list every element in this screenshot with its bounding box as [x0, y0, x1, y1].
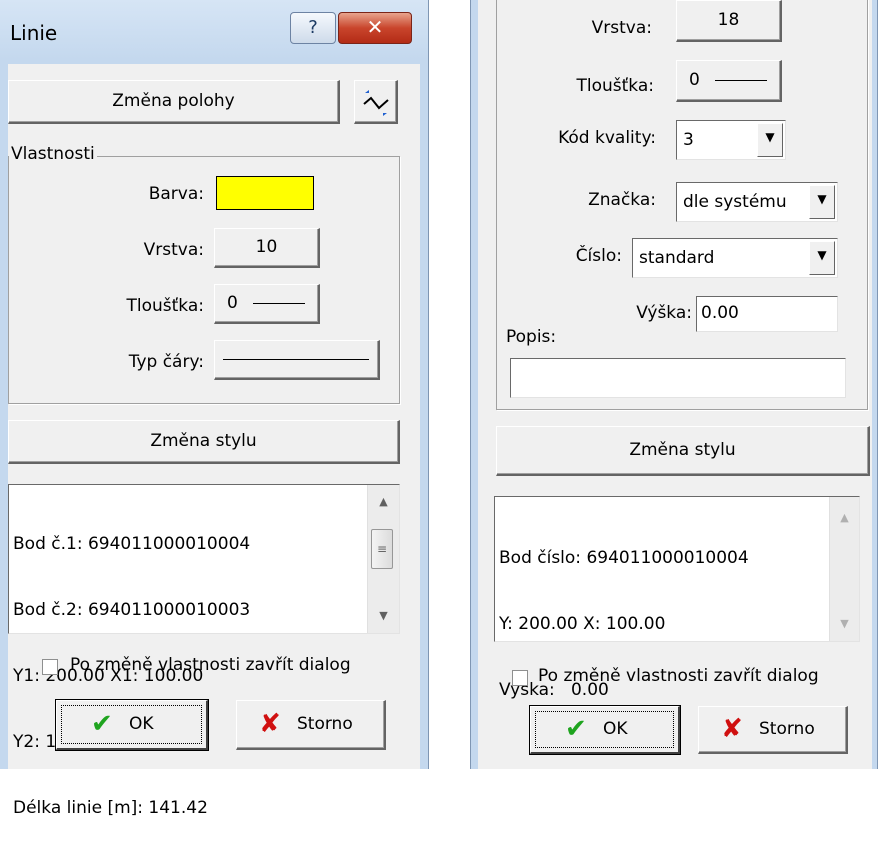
cross-icon: ✘ — [721, 714, 743, 744]
color-label: Barva: — [148, 184, 204, 204]
info-line: Bod č.1: 694011000010004 — [13, 534, 251, 554]
close-button[interactable]: ✕ — [338, 12, 412, 44]
line-type-label: Typ čáry: — [128, 352, 204, 372]
thickness-label: Tloušťka: — [576, 76, 655, 96]
help-button[interactable]: ? — [290, 12, 336, 44]
symbol-value: dle systému — [683, 192, 787, 212]
info-line: Bod č.2: 694011000010003 — [13, 600, 251, 620]
info-scrollbar[interactable]: ▲ ▼ — [829, 497, 859, 641]
thickness-label: Tloušťka: — [126, 296, 205, 316]
thickness-button[interactable]: 0 — [676, 60, 782, 102]
scroll-down-icon[interactable]: ▼ — [830, 617, 859, 630]
ok-label: OK — [603, 719, 628, 739]
cross-icon: ✘ — [259, 709, 281, 739]
scroll-thumb[interactable]: ≡ — [371, 529, 393, 569]
line-dialog: Linie ? ✕ Změna polohy Vlastnosti Barva:… — [0, 0, 429, 818]
dialog-client: Změna polohy Vlastnosti Barva: Vrstva: 1… — [8, 64, 420, 818]
layer-label: Vrstva: — [143, 240, 204, 260]
height-label: Výška: — [636, 303, 692, 323]
change-position-button[interactable]: Změna polohy — [8, 80, 340, 124]
ok-button[interactable]: ✔ OK — [529, 705, 681, 755]
edit-vertices-button[interactable] — [354, 80, 398, 124]
checkmark-icon: ✔ — [565, 714, 587, 744]
checkmark-icon: ✔ — [91, 709, 113, 739]
change-style-button[interactable]: Změna stylu — [8, 420, 400, 464]
description-field[interactable] — [510, 358, 846, 398]
chevron-down-icon[interactable]: ▼ — [809, 241, 835, 275]
layer-button[interactable]: 10 — [214, 228, 320, 268]
layer-button[interactable]: 18 — [676, 0, 782, 42]
window-frame-right — [872, 0, 878, 769]
cancel-label: Storno — [759, 719, 815, 739]
cancel-button[interactable]: ✘ Storno — [236, 700, 386, 750]
thickness-value: 0 — [227, 293, 238, 313]
thickness-value: 0 — [689, 70, 700, 90]
cancel-button[interactable]: ✘ Storno — [698, 706, 848, 754]
close-after-change-label: Po změně vlastnosti zavřít dialog — [538, 666, 819, 686]
color-swatch[interactable] — [216, 176, 314, 210]
height-value: 0.00 — [701, 303, 739, 323]
height-field[interactable]: 0.00 — [696, 296, 838, 332]
ok-button[interactable]: ✔ OK — [55, 699, 209, 751]
scroll-up-icon[interactable]: ▲ — [830, 511, 859, 524]
close-after-change-label: Po změně vlastnosti zavřít dialog — [70, 655, 351, 675]
description-label: Popis: — [506, 327, 557, 347]
info-box: Bod číslo: 694011000010004 Y: 200.00 X: … — [494, 496, 860, 700]
symbol-select[interactable]: dle systému ▼ — [676, 182, 838, 222]
line-type-sample — [223, 359, 369, 360]
question-icon: ? — [308, 17, 318, 38]
close-after-change-checkbox[interactable] — [42, 659, 58, 675]
info-scrollbar[interactable]: ▲ ≡ ▼ — [367, 485, 399, 633]
symbol-label: Značka: — [588, 190, 656, 210]
info-line: Bod číslo: 694011000010004 — [499, 548, 749, 568]
cancel-label: Storno — [297, 714, 353, 734]
number-label: Číslo: — [575, 246, 622, 266]
thickness-sample-line — [715, 79, 768, 81]
layer-label: Vrstva: — [591, 18, 652, 38]
close-icon: ✕ — [366, 15, 384, 39]
dialog-title: Linie — [10, 21, 58, 45]
number-value: standard — [639, 248, 715, 268]
info-box: Bod č.1: 694011000010004 Bod č.2: 694011… — [8, 484, 400, 818]
chevron-down-icon[interactable]: ▼ — [757, 123, 783, 157]
info-line: Y: 200.00 X: 100.00 — [499, 614, 666, 634]
point-dialog: Vrstva: 18 Tloušťka: 0 Kód kvality: 3 ▼ … — [470, 0, 878, 769]
line-type-button[interactable] — [214, 340, 380, 380]
scroll-up-icon[interactable]: ▲ — [368, 495, 399, 508]
chevron-down-icon[interactable]: ▼ — [809, 185, 835, 219]
thickness-sample-line — [253, 302, 306, 304]
thickness-button[interactable]: 0 — [214, 284, 320, 324]
polyline-icon — [363, 90, 389, 116]
quality-value: 3 — [683, 130, 694, 150]
quality-select[interactable]: 3 ▼ — [676, 120, 786, 160]
number-select[interactable]: standard ▼ — [632, 238, 838, 278]
window-frame-left — [470, 0, 478, 769]
ok-label: OK — [129, 714, 154, 734]
properties-group-label: Vlastnosti — [9, 144, 97, 164]
close-after-change-checkbox[interactable] — [512, 670, 528, 686]
info-line: Délka linie [m]: 141.42 — [13, 798, 208, 818]
change-style-button[interactable]: Změna stylu — [496, 426, 870, 476]
scroll-down-icon[interactable]: ▼ — [368, 609, 399, 622]
quality-label: Kód kvality: — [558, 128, 656, 148]
